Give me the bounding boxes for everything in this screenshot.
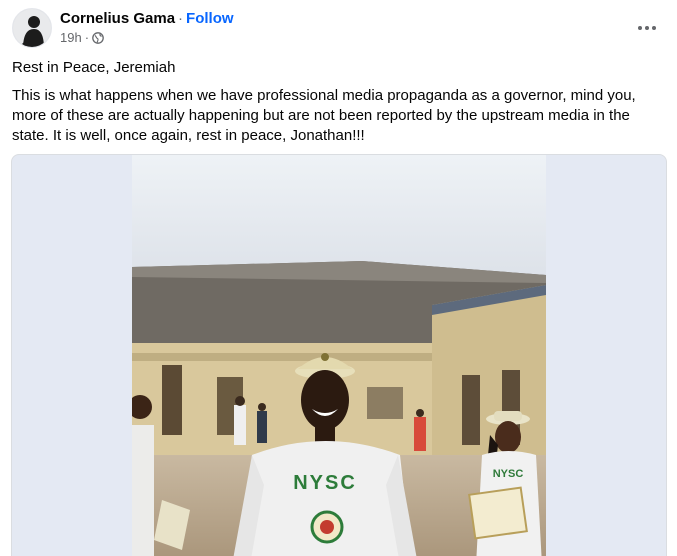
- post-title-line: Rest in Peace, Jeremiah: [12, 59, 176, 76]
- post-header: Cornelius Gama · Follow 19h ·: [12, 8, 665, 50]
- photo-nysc-corps-members: NYSC NYSC: [132, 155, 546, 556]
- follow-button[interactable]: Follow: [186, 10, 234, 27]
- globe-icon[interactable]: [92, 32, 104, 44]
- post-message: Rest in Peace, Jeremiah This is what hap…: [12, 58, 667, 154]
- dot: [645, 26, 649, 30]
- dot: [638, 26, 642, 30]
- meta-separator: ·: [84, 30, 90, 45]
- post-timestamp[interactable]: 19h: [60, 30, 82, 46]
- avatar-silhouette-icon: [13, 9, 51, 47]
- author-line: Cornelius Gama · Follow: [60, 10, 234, 28]
- facebook-post: Cornelius Gama · Follow 19h · Rest in Peac…: [0, 0, 677, 556]
- post-body: This is what happens when we have profes…: [12, 87, 636, 144]
- shirt-text-side: NYSC: [493, 468, 524, 480]
- separator-dot: ·: [178, 10, 184, 27]
- author-name[interactable]: Cornelius Gama: [60, 10, 175, 27]
- post-media: NYSC NYSC: [11, 154, 667, 556]
- more-options-icon[interactable]: [629, 14, 665, 42]
- post-photo[interactable]: NYSC NYSC: [132, 155, 546, 556]
- shirt-text-main: NYSC: [293, 472, 357, 494]
- dot: [652, 26, 656, 30]
- author-avatar[interactable]: [12, 8, 52, 48]
- post-meta: 19h ·: [60, 30, 104, 46]
